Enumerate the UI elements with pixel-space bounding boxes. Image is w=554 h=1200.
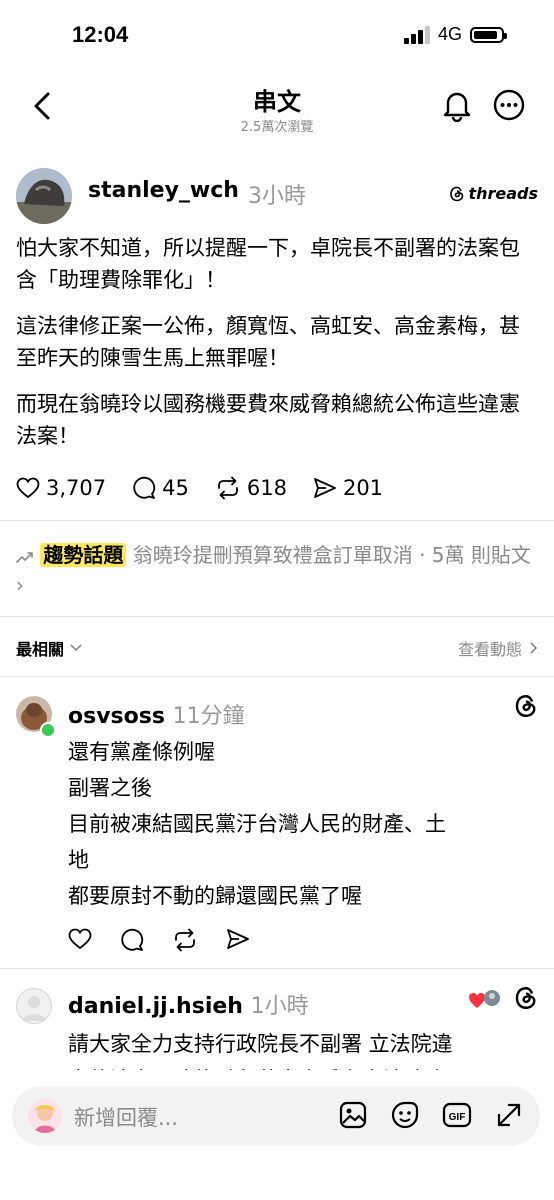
reply-actions <box>68 928 250 952</box>
sticker-icon[interactable] <box>390 1100 420 1130</box>
share-count: 201 <box>342 476 384 500</box>
comment-button[interactable]: 45 <box>132 476 189 500</box>
avatar[interactable] <box>16 988 52 1024</box>
reply-line: 目前被凍結國民黨汙台灣人民的財產、土 <box>68 812 446 836</box>
sort-dropdown[interactable]: 最相關 <box>16 636 82 660</box>
send-icon <box>314 478 336 498</box>
divider <box>0 968 554 969</box>
like-count: 3,707 <box>46 476 107 500</box>
divider <box>0 616 554 617</box>
repost-button[interactable]: 618 <box>215 476 287 500</box>
reply-username-row: daniel.jj.hsieh 1小時 <box>68 988 309 1020</box>
reply-time: 11分鐘 <box>172 704 245 729</box>
repost-count: 618 <box>246 476 287 500</box>
expand-icon[interactable] <box>494 1100 524 1130</box>
reply-line: 都要原封不動的歸還國民黨了喔 <box>68 884 362 908</box>
more-icon <box>493 89 525 121</box>
post-stats: 3,707 45 618 201 <box>16 476 383 500</box>
comment-count: 45 <box>162 476 189 500</box>
threads-icon <box>450 186 464 201</box>
reply-line: 副署之後 <box>68 776 152 800</box>
reply-username[interactable]: osvsoss <box>68 704 165 729</box>
image-icon[interactable] <box>338 1100 368 1130</box>
send-icon[interactable] <box>226 928 250 950</box>
reply-line: 還有黨產條例喔 <box>68 740 215 764</box>
input-actions: GIF <box>338 1100 524 1130</box>
reply-line: 地 <box>68 848 89 872</box>
threads-brand: threads <box>449 184 538 203</box>
gif-icon[interactable]: GIF <box>442 1100 472 1130</box>
trending-topic[interactable]: 趨勢話題 翁曉玲提刪預算致禮盒訂單取消 · 5萬 則貼文 › <box>16 540 540 600</box>
comment-icon[interactable] <box>120 928 144 952</box>
reply-body: 還有黨產條例喔 副署之後 目前被凍結國民黨汙台灣人民的財產、土 地 都要原封不動… <box>68 734 538 914</box>
online-indicator <box>40 722 56 738</box>
svg-text:GIF: GIF <box>449 1112 466 1123</box>
liked-by-author-icon <box>468 988 502 1016</box>
status-bar: 12:04 4G <box>0 0 554 76</box>
nav-header: 串文 2.5萬次瀏覽 <box>0 76 554 140</box>
avatar <box>28 1099 62 1133</box>
reply-placeholder[interactable]: 新增回覆... <box>74 1102 178 1132</box>
sort-label: 最相關 <box>16 640 65 659</box>
post-time: 3小時 <box>248 184 306 209</box>
chevron-right-icon <box>530 642 538 654</box>
share-button[interactable]: 201 <box>313 476 383 500</box>
repost-icon[interactable] <box>172 928 198 952</box>
post-paragraph: 這法律修正案一公佈，顏寬恆、高虹安、高金素梅，甚至昨天的陳雪生馬上無罪喔！ <box>16 314 520 370</box>
reply-username[interactable]: daniel.jj.hsieh <box>68 994 243 1019</box>
more-options-button[interactable] <box>492 88 526 122</box>
bell-icon <box>443 92 471 123</box>
chevron-down-icon <box>70 644 82 652</box>
reply-line: 請大家全力支持行政院長不副署 立法院違 <box>68 1032 453 1056</box>
sort-row: 最相關 查看動態 <box>16 632 538 662</box>
notification-button[interactable] <box>442 88 472 123</box>
activity-label: 查看動態 <box>457 640 522 659</box>
status-time: 12:04 <box>72 22 129 47</box>
threads-icon <box>514 986 538 1014</box>
battery-icon <box>470 26 507 43</box>
threads-icon <box>514 694 538 722</box>
repost-icon <box>217 476 238 500</box>
divider <box>0 676 554 677</box>
post-username[interactable]: stanley_wch <box>88 178 239 203</box>
reply-input-bar[interactable]: 新增回覆... GIF <box>12 1086 540 1146</box>
reply-username-row: osvsoss 11分鐘 <box>68 698 245 730</box>
post-paragraph: 怕大家不知道，所以提醒一下，卓院長不副署的法案包含「助理費除罪化」！ <box>16 236 520 292</box>
brand-label: threads <box>468 184 538 203</box>
trending-tag: 趨勢話題 <box>40 543 127 567</box>
post-paragraph: 而現在翁曉玲以國務機要費來威脅賴總統公佈這些違憲法案！ <box>16 392 520 448</box>
divider <box>0 520 554 521</box>
signal-icon <box>403 25 430 44</box>
reply-time: 1小時 <box>250 994 309 1019</box>
comment-icon <box>133 476 156 499</box>
post-body: 怕大家不知道，所以提醒一下，卓院長不副署的法案包含「助理費除罪化」！ 這法律修正… <box>16 232 540 466</box>
heart-icon[interactable] <box>68 928 92 950</box>
view-activity-link[interactable]: 查看動態 <box>458 636 538 660</box>
avatar[interactable] <box>16 168 72 224</box>
like-button[interactable]: 3,707 <box>16 476 106 500</box>
network-label: 4G <box>437 24 462 44</box>
trending-icon <box>16 551 33 563</box>
heart-icon <box>16 477 40 499</box>
